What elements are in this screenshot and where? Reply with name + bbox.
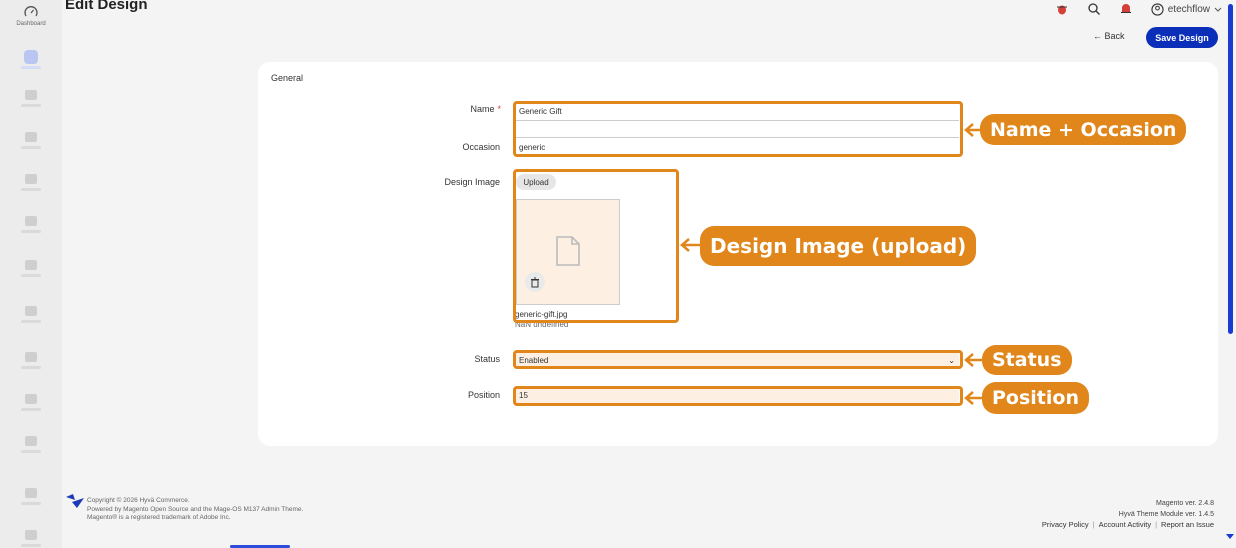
- callout-status: Status: [982, 345, 1072, 375]
- footer-versions: Magento ver. 2.4.8 Hyvä Theme Module ver…: [1118, 500, 1214, 518]
- section-title: General: [271, 73, 304, 83]
- hyva-logo: [66, 494, 84, 508]
- sidebar-item[interactable]: [18, 434, 44, 460]
- user-name: etechflow: [1167, 3, 1210, 15]
- sidebar-item[interactable]: [18, 258, 44, 284]
- sidebar-item-dashboard[interactable]: Dashboard: [0, 2, 62, 27]
- highlight-status: [513, 350, 963, 369]
- arrow-left-icon: [964, 353, 983, 367]
- sidebar-item[interactable]: [18, 528, 44, 548]
- name-label: Name *: [470, 104, 501, 114]
- footer-links: Privacy Policy | Account Activity | Report…: [1041, 520, 1214, 529]
- design-image-label: Design Image: [444, 177, 500, 187]
- report-issue-link[interactable]: Report an Issue: [1161, 520, 1214, 529]
- position-label: Position: [467, 390, 500, 400]
- arrow-left-icon: [964, 391, 983, 405]
- chevron-down-icon: [1214, 7, 1222, 12]
- user-icon: [1151, 2, 1164, 16]
- scrollbar[interactable]: [1228, 4, 1233, 334]
- page-title: Edit Design: [65, 0, 148, 13]
- notification-icon[interactable]: [1119, 2, 1133, 16]
- admin-sidebar: Dashboard: [0, 0, 62, 548]
- occasion-label: Occasion: [462, 142, 500, 152]
- callout-position: Position: [982, 382, 1089, 414]
- arrow-left-icon: [680, 238, 701, 252]
- sidebar-item[interactable]: [18, 214, 44, 240]
- sidebar-item[interactable]: [18, 392, 44, 418]
- sidebar-item[interactable]: [18, 486, 44, 512]
- highlight-name-occasion: [513, 101, 963, 157]
- highlight-position: [513, 386, 963, 406]
- bug-icon[interactable]: [1055, 2, 1069, 16]
- callout-name-occasion: Name + Occasion: [980, 114, 1187, 145]
- callout-design-image: Design Image (upload): [700, 226, 977, 266]
- sidebar-item-active[interactable]: [18, 50, 44, 76]
- sidebar-item[interactable]: [18, 88, 44, 114]
- sidebar-item[interactable]: [18, 350, 44, 376]
- sidebar-item[interactable]: [18, 172, 44, 198]
- search-icon[interactable]: [1087, 2, 1101, 16]
- sidebar-item[interactable]: [18, 130, 44, 156]
- scroll-down-icon[interactable]: [1226, 534, 1234, 539]
- user-menu[interactable]: etechflow: [1151, 2, 1222, 16]
- sidebar-item-label: Dashboard: [16, 21, 46, 27]
- back-link[interactable]: ← Back: [1093, 31, 1125, 41]
- account-activity-link[interactable]: Account Activity: [1099, 520, 1152, 529]
- gauge-icon: [24, 6, 38, 17]
- status-label: Status: [474, 354, 500, 364]
- save-design-button[interactable]: Save Design: [1146, 27, 1218, 48]
- footer-copyright: Copyright © 2026 Hyvä Commerce. Powered …: [87, 497, 304, 521]
- highlight-design-image: [513, 169, 679, 323]
- privacy-link[interactable]: Privacy Policy: [1042, 520, 1089, 529]
- sidebar-item[interactable]: [18, 304, 44, 330]
- header-icons: etechflow: [1055, 0, 1222, 18]
